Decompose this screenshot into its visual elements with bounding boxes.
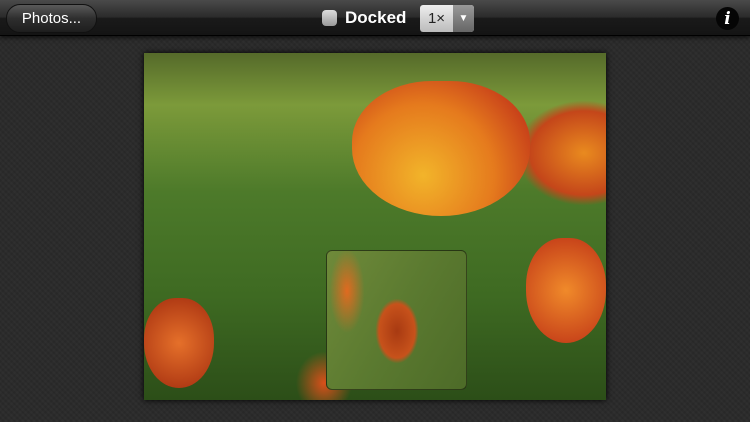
docked-checkbox[interactable] (322, 10, 337, 26)
lily-flower (144, 298, 214, 388)
toolbar: Photos... Docked 1× ▼ i (0, 0, 750, 36)
zoom-value: 1× (427, 10, 446, 27)
docked-label: Docked (345, 8, 407, 27)
photo-canvas[interactable] (144, 53, 606, 400)
zoom-select[interactable]: 1× ▼ (420, 5, 474, 32)
chevron-down-icon: ▼ (453, 5, 474, 32)
lily-flower (352, 81, 530, 216)
magnifier-loupe[interactable] (326, 250, 467, 390)
photos-button[interactable]: Photos... (6, 4, 97, 33)
info-icon[interactable]: i (716, 7, 739, 30)
lily-flower (526, 238, 606, 343)
